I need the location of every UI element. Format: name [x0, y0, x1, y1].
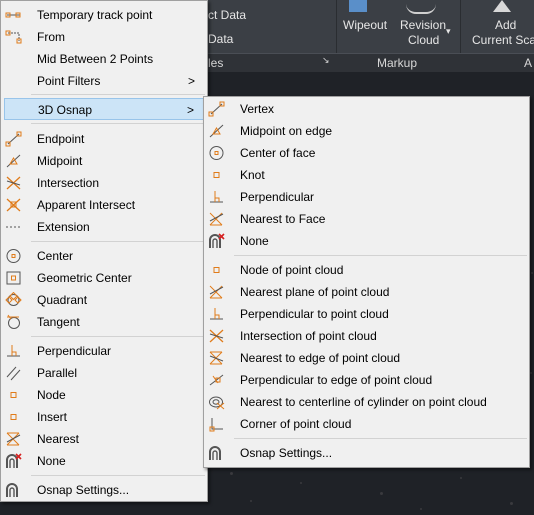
menu-item-midpoint[interactable]: Midpoint	[1, 150, 207, 172]
midpoint-icon	[5, 153, 22, 169]
3d-osnap-submenu: Vertex Midpoint on edge Center of face K…	[203, 96, 530, 468]
menu-item-point-filters[interactable]: Point Filters >	[1, 70, 207, 92]
quadrant-icon	[5, 292, 22, 308]
menu-item-temporary-track-point[interactable]: Temporary track point	[1, 4, 207, 26]
submenu-item-none[interactable]: None	[204, 230, 529, 252]
submenu-item-node-of-point-cloud[interactable]: Node of point cloud	[204, 259, 529, 281]
submenu-item-perpendicular[interactable]: Perpendicular	[204, 186, 529, 208]
submenu-item-corner-of-point-cloud[interactable]: Corner of point cloud	[204, 413, 529, 435]
intersection-point-cloud-icon	[208, 328, 225, 344]
revision-cloud-icon	[406, 2, 436, 14]
menu-item-parallel[interactable]: Parallel	[1, 362, 207, 384]
menu-item-intersection[interactable]: Intersection	[1, 172, 207, 194]
node-point-cloud-icon	[208, 262, 225, 278]
perpendicular-icon	[208, 189, 225, 205]
midpoint-on-edge-icon	[208, 123, 225, 139]
insert-icon	[5, 409, 22, 425]
osnap-settings-icon	[5, 482, 22, 498]
vertex-icon	[208, 101, 225, 117]
menu-item-none[interactable]: None	[1, 450, 207, 472]
menu-item-center[interactable]: Center	[1, 245, 207, 267]
center-of-face-icon	[208, 145, 225, 161]
menu-item-insert[interactable]: Insert	[1, 406, 207, 428]
add-scale-icon	[493, 0, 511, 12]
markup-panel-label: Markup	[377, 56, 418, 70]
ribbon-data-label[interactable]: ct Data	[208, 8, 246, 22]
submenu-item-midpoint-on-edge[interactable]: Midpoint on edge	[204, 120, 529, 142]
menu-item-3d-osnap[interactable]: 3D Osnap >	[4, 98, 204, 120]
center-icon	[5, 248, 22, 264]
menu-item-mid-between-2-points[interactable]: Mid Between 2 Points	[1, 48, 207, 70]
menu-item-endpoint[interactable]: Endpoint	[1, 128, 207, 150]
parallel-icon	[5, 365, 22, 381]
add-current-scale-button[interactable]: Add	[495, 18, 516, 32]
panel-left-label: les	[208, 56, 224, 70]
panel-expand-icon[interactable]: ↘	[322, 55, 330, 66]
ribbon-data-label-2[interactable]: Data	[208, 32, 233, 46]
track-point-icon	[5, 7, 22, 23]
submenu-arrow-icon: >	[187, 74, 195, 88]
wipeout-icon	[349, 0, 367, 12]
menu-item-from[interactable]: From	[1, 26, 207, 48]
submenu-item-perpendicular-to-edge[interactable]: Perpendicular to edge of point cloud	[204, 369, 529, 391]
nearest-to-face-icon	[208, 211, 225, 227]
knot-icon	[208, 167, 225, 183]
nearest-edge-icon	[208, 350, 225, 366]
submenu-item-nearest-to-centerline[interactable]: Nearest to centerline of cylinder on poi…	[204, 391, 529, 413]
submenu-item-center-of-face[interactable]: Center of face	[204, 142, 529, 164]
from-icon	[5, 29, 22, 45]
intersection-icon	[5, 175, 22, 191]
revision-cloud-dropdown-icon[interactable]: ▾	[446, 26, 451, 37]
menu-item-extension[interactable]: Extension	[1, 216, 207, 238]
submenu-item-perpendicular-to-point-cloud[interactable]: Perpendicular to point cloud	[204, 303, 529, 325]
menu-item-tangent[interactable]: Tangent	[1, 311, 207, 333]
revision-cloud-button[interactable]: Revision	[400, 18, 446, 32]
menu-item-nearest[interactable]: Nearest	[1, 428, 207, 450]
apparent-intersect-icon	[5, 197, 22, 213]
cylinder-centerline-icon	[208, 394, 225, 410]
submenu-item-nearest-to-edge[interactable]: Nearest to edge of point cloud	[204, 347, 529, 369]
wipeout-button[interactable]: Wipeout	[343, 18, 387, 32]
menu-item-apparent-intersect[interactable]: Apparent Intersect	[1, 194, 207, 216]
submenu-item-intersection-of-point-cloud[interactable]: Intersection of point cloud	[204, 325, 529, 347]
geometric-center-icon	[5, 270, 22, 286]
tangent-icon	[5, 314, 22, 330]
submenu-item-knot[interactable]: Knot	[204, 164, 529, 186]
osnap-settings-icon	[208, 445, 225, 461]
add-current-scale-label-2: Current Sca	[472, 33, 534, 47]
submenu-arrow-icon: >	[186, 103, 194, 117]
none-icon	[5, 453, 22, 469]
menu-item-quadrant[interactable]: Quadrant	[1, 289, 207, 311]
none-icon	[208, 233, 225, 249]
perpendicular-icon	[5, 343, 22, 359]
panel-right-label: A	[524, 56, 533, 70]
submenu-item-nearest-plane[interactable]: Nearest plane of point cloud	[204, 281, 529, 303]
node-icon	[5, 387, 22, 403]
submenu-item-osnap-settings[interactable]: Osnap Settings...	[204, 442, 529, 464]
submenu-item-vertex[interactable]: Vertex	[204, 98, 529, 120]
nearest-plane-icon	[208, 284, 225, 300]
revision-cloud-label-2: Cloud	[408, 33, 440, 47]
nearest-icon	[5, 431, 22, 447]
extension-icon	[5, 219, 22, 235]
osnap-context-menu: Temporary track point From Mid Between 2…	[0, 0, 208, 502]
perpendicular-edge-icon	[208, 372, 225, 388]
menu-item-geometric-center[interactable]: Geometric Center	[1, 267, 207, 289]
corner-point-cloud-icon	[208, 416, 225, 432]
endpoint-icon	[5, 131, 22, 147]
menu-item-node[interactable]: Node	[1, 384, 207, 406]
perpendicular-point-cloud-icon	[208, 306, 225, 322]
menu-item-perpendicular[interactable]: Perpendicular	[1, 340, 207, 362]
submenu-item-nearest-to-face[interactable]: Nearest to Face	[204, 208, 529, 230]
menu-item-osnap-settings[interactable]: Osnap Settings...	[1, 479, 207, 501]
